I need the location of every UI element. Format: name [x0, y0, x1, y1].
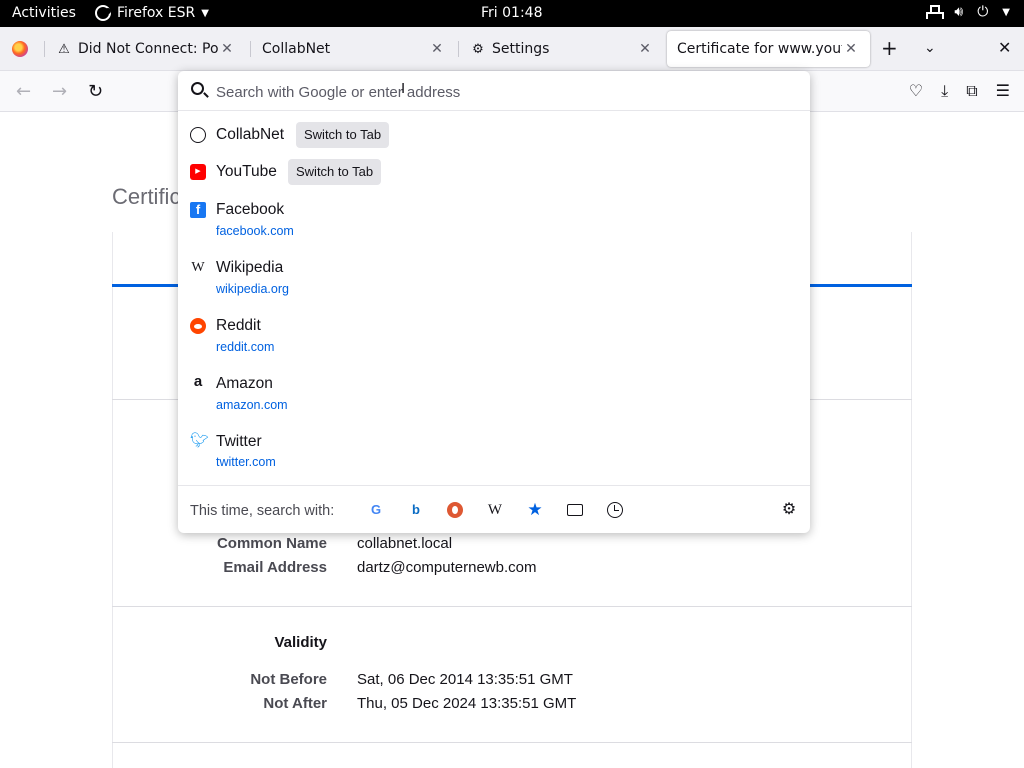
window-close-button[interactable]: ✕ [998, 38, 1011, 57]
switch-to-tab-button[interactable]: Switch to Tab [296, 122, 390, 148]
tab-separator [458, 41, 459, 57]
result-facebook[interactable]: f Facebook facebook.com [178, 199, 810, 249]
chevron-down-icon: ▼ [1002, 6, 1010, 18]
field-label: Common Name [216, 535, 327, 552]
clock[interactable]: Fri 01:48 [481, 5, 542, 21]
firefox-view-icon[interactable] [12, 41, 28, 57]
result-title: Twitter [216, 433, 262, 450]
back-button[interactable]: ← [16, 81, 31, 102]
gear-icon: ⚙ [472, 41, 484, 57]
tab-strip: ⚠ Did Not Connect: Potential Security Is… [0, 27, 1024, 71]
result-amazon[interactable]: a Amazon amazon.com [178, 373, 810, 423]
text-cursor: I [401, 80, 406, 97]
tab-label: Certificate for www.youtube.com [677, 41, 842, 57]
warning-icon: ⚠ [58, 41, 70, 57]
result-twitter[interactable]: 🐦︎ Twitter twitter.com [178, 431, 810, 481]
tab-settings[interactable]: ⚙ Settings ✕ [460, 31, 664, 67]
field-label: Not Before [250, 671, 327, 688]
globe-icon [190, 127, 206, 143]
tab-separator [44, 41, 45, 57]
extensions-icon[interactable]: ⧉ [966, 81, 977, 101]
tab-collabnet[interactable]: CollabNet ✕ [252, 31, 456, 67]
tab-label: CollabNet [262, 41, 331, 57]
divider [112, 606, 912, 607]
result-title: Amazon [216, 375, 273, 392]
settings-gear-icon[interactable]: ⚙ [781, 502, 797, 518]
close-icon[interactable]: ✕ [428, 41, 446, 57]
result-title: YouTube [216, 163, 277, 180]
volume-icon: 🔊︎ [954, 4, 964, 20]
close-icon[interactable]: ✕ [636, 41, 654, 57]
field-value: Sat, 06 Dec 2014 13:35:51 GMT [357, 671, 573, 688]
downloads-icon[interactable]: ⤓ [941, 81, 948, 101]
duckduckgo-icon[interactable] [447, 502, 463, 518]
search-one-offs: This time, search with: G b W ★ ⚙ [178, 485, 810, 533]
facebook-icon: f [190, 202, 206, 218]
result-url: amazon.com [216, 398, 288, 412]
list-all-tabs-button[interactable]: ⌄ [924, 40, 936, 56]
firefox-icon [95, 5, 111, 21]
amazon-icon: a [193, 373, 203, 390]
result-url: twitter.com [216, 455, 276, 469]
result-title: Wikipedia [216, 259, 284, 276]
field-label: Not After [263, 695, 327, 712]
tab-separator [250, 41, 251, 57]
youtube-icon: ▶ [190, 164, 206, 180]
tab-label: Settings [492, 41, 550, 57]
bing-icon[interactable]: b [408, 502, 424, 518]
result-url: reddit.com [216, 340, 275, 354]
field-value: collabnet.local [357, 535, 453, 552]
activities-button[interactable]: Activities [12, 5, 76, 21]
toolbar-right: ♡ ⤓ ⧉ ☰ [909, 81, 1010, 101]
search-icon [191, 82, 204, 95]
close-icon[interactable]: ✕ [218, 41, 236, 57]
gnome-top-bar: Activities Firefox ESR ▼ Fri 01:48 🔊︎ ⏻ … [0, 0, 1024, 27]
validity-title: Validity [274, 634, 327, 651]
network-icon [926, 5, 945, 19]
wikipedia-icon: W [191, 260, 205, 275]
result-url: wikipedia.org [216, 282, 289, 296]
reddit-icon [190, 318, 206, 334]
wikipedia-icon[interactable]: W [487, 502, 503, 518]
field-value: dartz@computernewb.com [357, 559, 537, 576]
tab-did-not-connect[interactable]: ⚠ Did Not Connect: Potential Security Is… [46, 31, 246, 67]
bookmarks-icon[interactable]: ★ [527, 501, 543, 518]
switch-to-tab-button[interactable]: Switch to Tab [288, 159, 382, 185]
google-icon[interactable]: G [368, 502, 384, 518]
chevron-down-icon: ▼ [201, 7, 209, 19]
result-title: Facebook [216, 201, 285, 218]
menu-icon[interactable]: ☰ [996, 81, 1010, 101]
tabs-icon[interactable] [567, 504, 583, 516]
url-input[interactable] [216, 81, 796, 103]
app-name: Firefox ESR [117, 5, 196, 21]
result-wikipedia[interactable]: W Wikipedia wikipedia.org [178, 257, 810, 307]
urlbar-dropdown: I CollabNet Switch to Tab ▶ YouTube Swit… [178, 71, 810, 533]
field-label: Email Address [223, 559, 327, 576]
new-tab-button[interactable]: + [881, 36, 898, 60]
tab-label: Did Not Connect: Potential Security Issu… [78, 41, 218, 57]
one-offs-label: This time, search with: [190, 503, 335, 519]
result-url: facebook.com [216, 224, 294, 238]
result-title: Reddit [216, 317, 261, 334]
pocket-icon[interactable]: ♡ [909, 81, 923, 101]
history-icon[interactable] [607, 502, 623, 518]
twitter-icon: 🐦︎ [190, 432, 210, 449]
forward-button[interactable]: → [52, 81, 67, 102]
result-title: CollabNet [216, 126, 285, 143]
tab-certificate[interactable]: Certificate for www.youtube.com ✕ [667, 31, 870, 67]
result-collabnet[interactable]: CollabNet Switch to Tab [178, 122, 810, 155]
close-icon[interactable]: ✕ [842, 41, 860, 57]
urlbar: I [178, 71, 810, 111]
system-menu[interactable]: 🔊︎ ⏻ ▼ [926, 4, 1010, 20]
divider [112, 742, 912, 743]
field-value: Thu, 05 Dec 2024 13:35:51 GMT [357, 695, 577, 712]
result-reddit[interactable]: Reddit reddit.com [178, 315, 810, 365]
reload-button[interactable]: ↻ [88, 81, 103, 102]
result-youtube[interactable]: ▶ YouTube Switch to Tab [178, 159, 810, 192]
app-menu[interactable]: Firefox ESR ▼ [95, 5, 209, 21]
power-icon: ⏻ [977, 4, 989, 20]
